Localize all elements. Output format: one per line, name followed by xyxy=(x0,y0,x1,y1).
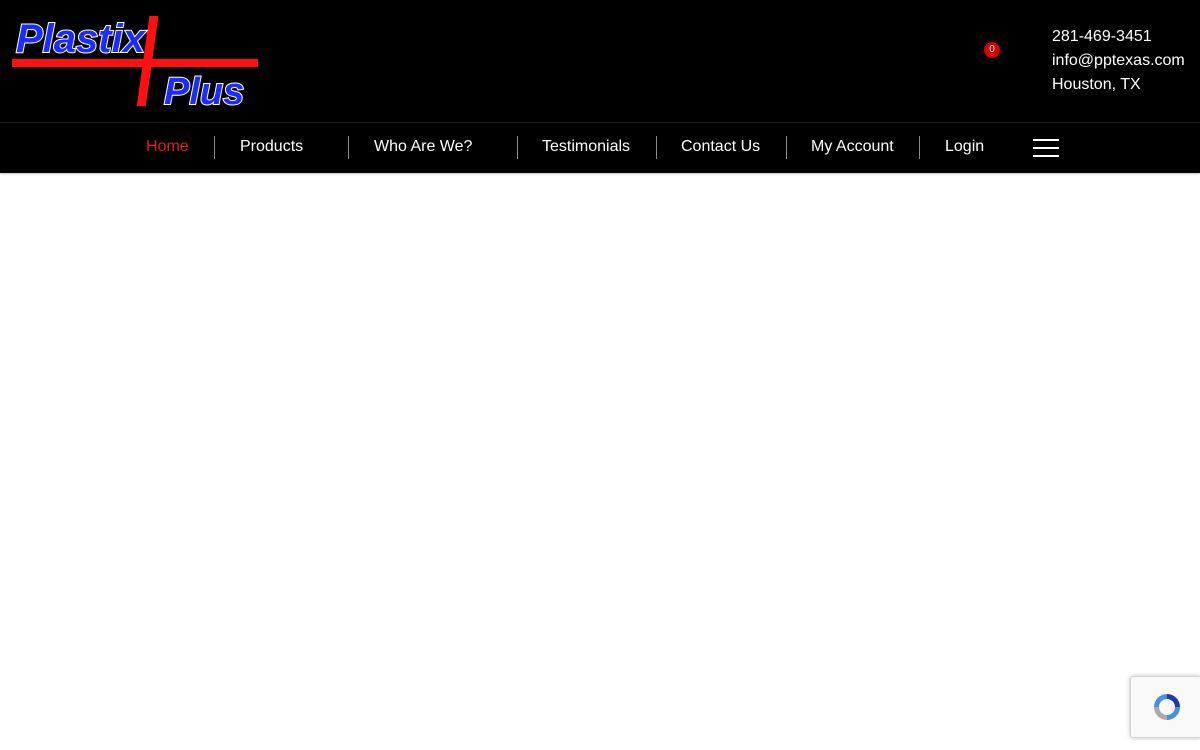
site-logo[interactable]: Plastix Plus xyxy=(12,12,262,110)
nav-contact-us[interactable]: Contact Us xyxy=(681,123,760,173)
nav-separator xyxy=(656,136,657,159)
email-link[interactable]: info@pptexas.com xyxy=(1052,49,1197,73)
main-navigation: Home Products Who Are We? Testimonials C… xyxy=(0,122,1200,173)
location-text: Houston, TX xyxy=(1052,76,1141,93)
cart-button[interactable] xyxy=(962,40,1006,72)
recaptcha-badge[interactable] xyxy=(1130,676,1200,738)
plastix-plus-logo: Plastix Plus xyxy=(12,16,258,110)
recaptcha-icon xyxy=(1154,694,1180,720)
nav-products[interactable]: Products xyxy=(240,123,303,173)
logo-text-plastix: Plastix xyxy=(16,17,147,61)
hamburger-menu-icon[interactable] xyxy=(1033,139,1059,157)
cart-count-badge: 0 xyxy=(984,42,1000,58)
nav-separator xyxy=(517,136,518,159)
nav-separator xyxy=(348,136,349,159)
nav-login[interactable]: Login xyxy=(945,123,984,173)
nav-home[interactable]: Home xyxy=(146,123,189,173)
nav-my-account[interactable]: My Account xyxy=(811,123,894,173)
site-header: Plastix Plus 0 281-469-3451 info@pptexas… xyxy=(0,0,1200,122)
nav-separator xyxy=(786,136,787,159)
logo-text-plus: Plus xyxy=(164,71,244,110)
phone-link[interactable]: 281-469-3451 xyxy=(1052,25,1197,49)
nav-who-are-we[interactable]: Who Are We? xyxy=(374,123,472,173)
nav-separator xyxy=(919,136,920,159)
nav-separator xyxy=(214,136,215,159)
nav-testimonials[interactable]: Testimonials xyxy=(542,123,630,173)
contact-info: 281-469-3451 info@pptexas.com Houston, T… xyxy=(1052,25,1197,97)
